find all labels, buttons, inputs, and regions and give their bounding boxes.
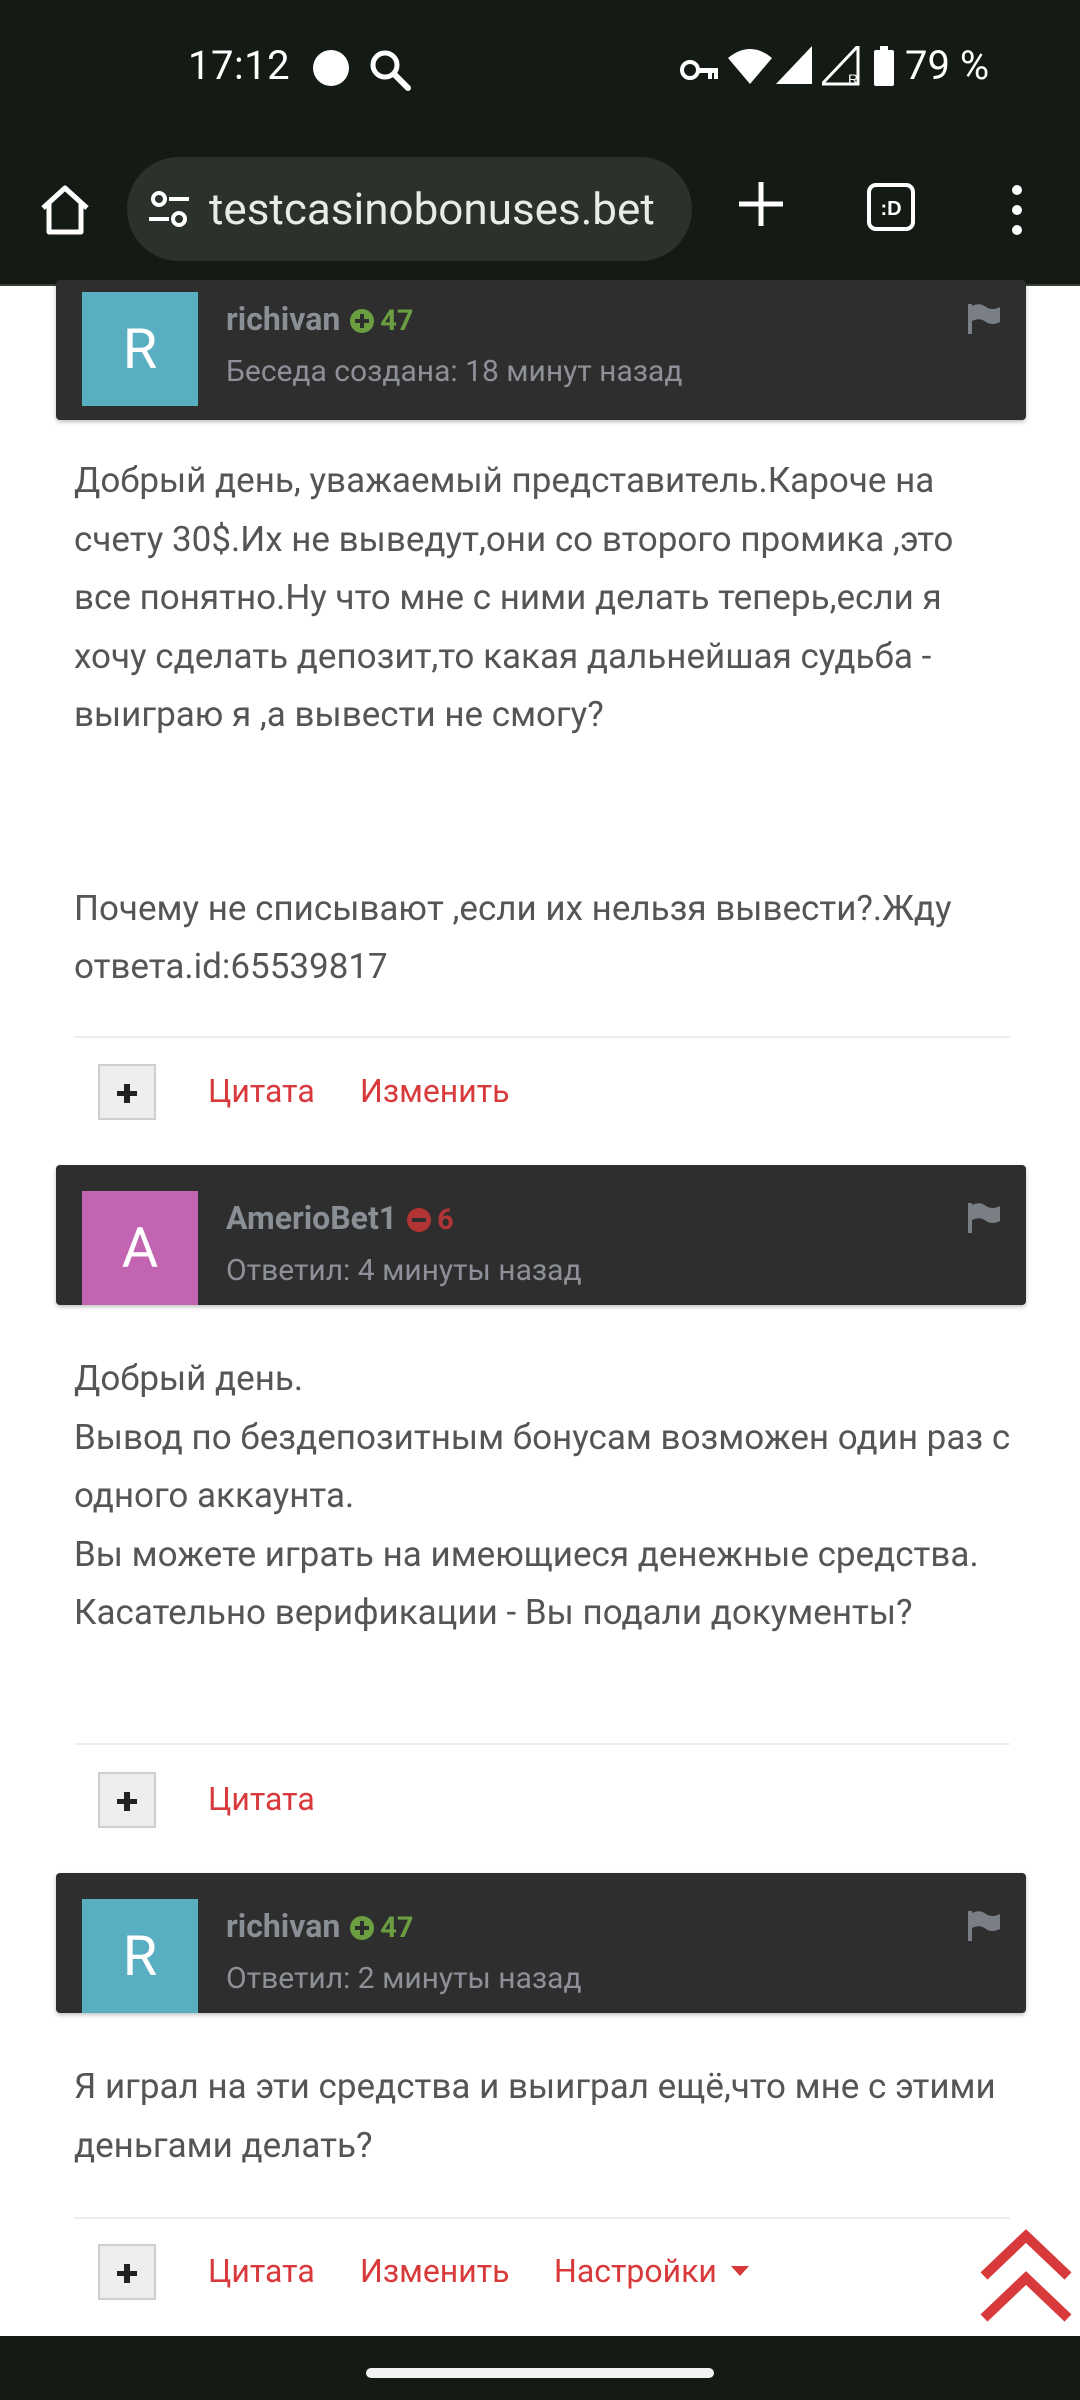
home-icon[interactable] xyxy=(35,180,95,240)
multi-quote-button[interactable] xyxy=(98,1772,156,1828)
gesture-handle[interactable] xyxy=(366,2368,714,2378)
quote-link[interactable]: Цитата xyxy=(208,1072,315,1110)
wifi-icon xyxy=(728,49,772,84)
post-paragraph: Почему не списывают ,если их нельзя выве… xyxy=(74,887,952,988)
search-icon xyxy=(370,50,411,91)
divider xyxy=(74,2217,1010,2219)
author-name[interactable]: AmerioBet1 6 xyxy=(226,1199,454,1237)
post-meta: Беседа создана: 18 минут назад xyxy=(226,354,683,389)
post-meta: Ответил: 2 минуты назад xyxy=(226,1961,582,1996)
author-name-text[interactable]: richivan xyxy=(226,1907,340,1945)
reputation-plus-icon xyxy=(350,309,375,333)
reputation-count: 47 xyxy=(380,1911,414,1945)
avatar[interactable]: R xyxy=(82,1899,198,2013)
flag-icon[interactable] xyxy=(968,1911,1000,1941)
browser-toolbar: testcasinobonuses.bet :D xyxy=(0,140,1080,286)
edit-link[interactable]: Изменить xyxy=(360,1072,509,1110)
site-settings-icon[interactable] xyxy=(147,187,191,231)
flag-icon[interactable] xyxy=(968,304,1000,334)
menu-icon[interactable] xyxy=(1010,184,1024,236)
key-icon xyxy=(680,60,718,80)
author-name[interactable]: richivan 47 xyxy=(226,1907,414,1945)
battery-percent: 79 % xyxy=(905,42,990,89)
post-header: R richivan 47 Беседа создана: 18 минут на… xyxy=(56,280,1026,420)
divider xyxy=(74,1036,1010,1038)
author-name-text[interactable]: richivan xyxy=(226,300,340,338)
system-nav-bar xyxy=(0,2336,1080,2400)
post-paragraph: Вывод по бездепозитным бонусам возможен … xyxy=(74,1416,1011,1517)
post-paragraph: Добрый день, уважаемый представитель.Кар… xyxy=(74,460,954,735)
multi-quote-button[interactable] xyxy=(98,1064,156,1120)
caret-down-icon xyxy=(730,2266,749,2276)
edit-link[interactable]: Изменить xyxy=(360,2252,509,2290)
post-paragraph: Вы можете играть на имеющиеся денежные с… xyxy=(74,1533,979,1575)
tab-switcher-icon[interactable]: :D xyxy=(866,182,916,232)
scroll-to-top-icon[interactable] xyxy=(978,2228,1074,2338)
post-header: R richivan 47 Ответил: 2 минуты назад xyxy=(56,1873,1026,2013)
url-text[interactable]: testcasinobonuses.bet xyxy=(209,183,655,235)
status-time: 17:12 xyxy=(188,42,291,89)
quote-link[interactable]: Цитата xyxy=(208,2252,315,2290)
svg-text::D: :D xyxy=(880,198,901,220)
post-paragraph: Касательно верификации - Вы подали докум… xyxy=(74,1592,913,1633)
reputation-minus-icon xyxy=(407,1208,432,1232)
flag-icon[interactable] xyxy=(968,1203,1000,1233)
post-body: Добрый день. Вывод по бездепозитным бону… xyxy=(74,1350,1014,1643)
signal-roaming-icon: R xyxy=(822,46,860,86)
battery-icon xyxy=(874,46,894,86)
multi-quote-button[interactable] xyxy=(98,2244,156,2300)
status-bar: 17:12 R 79 % xyxy=(0,0,1080,140)
reputation-count: 47 xyxy=(380,304,414,338)
new-tab-icon[interactable] xyxy=(735,178,787,230)
divider xyxy=(74,1743,1010,1745)
address-bar[interactable]: testcasinobonuses.bet xyxy=(127,157,692,261)
author-name-text[interactable]: AmerioBet1 xyxy=(226,1199,397,1237)
post-body: Добрый день, уважаемый представитель.Кар… xyxy=(74,452,1014,997)
avatar[interactable]: R xyxy=(82,292,198,406)
settings-label[interactable]: Настройки xyxy=(554,2252,717,2290)
dot-icon xyxy=(313,50,349,86)
signal-icon xyxy=(776,46,812,84)
svg-text:R: R xyxy=(848,71,858,86)
post-header: A AmerioBet1 6 Ответил: 4 минуты назад xyxy=(56,1165,1026,1305)
author-name[interactable]: richivan 47 xyxy=(226,300,414,338)
reputation-count: 6 xyxy=(437,1203,454,1237)
settings-dropdown[interactable]: Настройки xyxy=(554,2252,749,2290)
avatar[interactable]: A xyxy=(82,1191,198,1305)
quote-link[interactable]: Цитата xyxy=(208,1780,315,1818)
post-body: Я играл на эти средства и выиграл ещё,чт… xyxy=(74,2058,1014,2175)
post-meta: Ответил: 4 минуты назад xyxy=(226,1253,582,1288)
reputation-plus-icon xyxy=(350,1916,375,1940)
post-paragraph: Я играл на эти средства и выиграл ещё,чт… xyxy=(74,2066,996,2166)
post-paragraph: Добрый день. xyxy=(74,1358,304,1399)
